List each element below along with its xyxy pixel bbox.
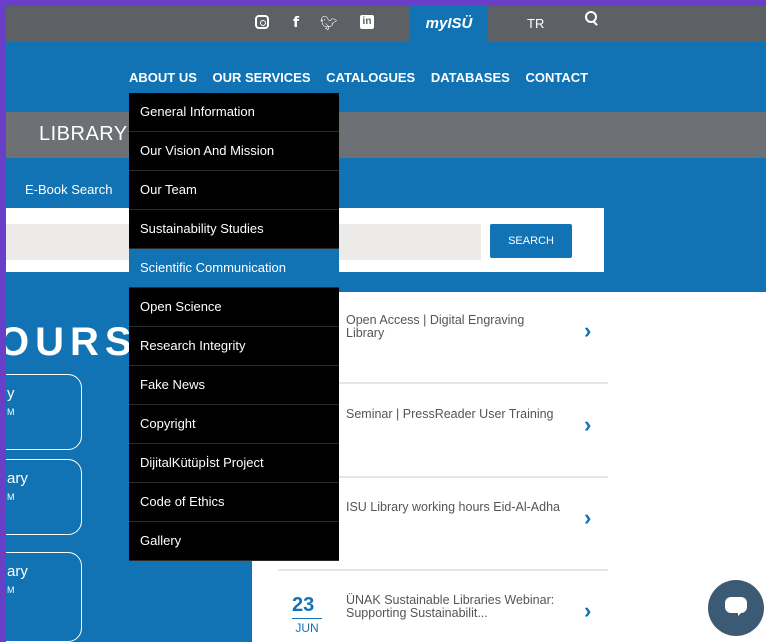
menu-item-dijitalkutupist[interactable]: DijitalKütüpİst Project xyxy=(129,444,339,483)
menu-item-sustainability[interactable]: Sustainability Studies xyxy=(129,210,339,249)
search-button[interactable]: SEARCH xyxy=(490,224,572,258)
top-bar: f 🐦︎ in myISÜ TR xyxy=(6,6,766,42)
chevron-right-icon[interactable]: › xyxy=(584,598,591,624)
hours-card[interactable]: ary M xyxy=(6,552,82,642)
chat-icon[interactable] xyxy=(708,580,764,636)
chevron-right-icon[interactable]: › xyxy=(584,412,591,438)
menu-item-copyright[interactable]: Copyright xyxy=(129,405,339,444)
browser-viewport: f 🐦︎ in myISÜ TR ABOUT US OUR SERVICES C… xyxy=(6,6,766,642)
twitter-icon[interactable]: 🐦︎ xyxy=(320,15,338,31)
hours-card-sub: M xyxy=(7,407,15,417)
facebook-icon[interactable]: f xyxy=(288,15,304,31)
instagram-icon[interactable] xyxy=(255,15,269,29)
hours-card-title: ary xyxy=(7,563,28,580)
hours-card-title: y xyxy=(7,385,15,402)
nav-catalogues[interactable]: CATALOGUES xyxy=(326,70,415,85)
linkedin-icon[interactable]: in xyxy=(360,15,374,29)
menu-item-vision-mission[interactable]: Our Vision And Mission xyxy=(129,132,339,171)
news-month: JUN xyxy=(292,618,322,635)
news-day: 23 xyxy=(292,594,315,616)
chevron-right-icon[interactable]: › xyxy=(584,505,591,531)
page-title: LIBRARY xyxy=(39,123,128,145)
language-switch[interactable]: TR xyxy=(527,16,544,31)
nav-our-services[interactable]: OUR SERVICES xyxy=(213,70,311,85)
menu-item-general-information[interactable]: General Information xyxy=(129,93,339,132)
menu-item-our-team[interactable]: Our Team xyxy=(129,171,339,210)
hours-card[interactable]: ary M xyxy=(6,459,82,535)
menu-item-gallery[interactable]: Gallery xyxy=(129,522,339,561)
news-title: Open Access | Digital Engraving Library xyxy=(346,313,525,340)
hours-card[interactable]: y M xyxy=(6,374,82,450)
news-title: ÜNAK Sustainable Libraries Webinar: Supp… xyxy=(346,593,555,620)
hours-card-sub: M xyxy=(7,492,15,502)
nav-contact[interactable]: CONTACT xyxy=(525,70,588,85)
nav-about-us[interactable]: ABOUT US xyxy=(129,70,197,85)
news-title: ISU Library working hours Eid-Al-Adha xyxy=(346,500,560,514)
nav-databases[interactable]: DATABASES xyxy=(431,70,510,85)
hours-card-sub: M xyxy=(7,585,15,595)
about-us-dropdown: General Information Our Vision And Missi… xyxy=(129,93,339,561)
news-title: Seminar | PressReader User Training xyxy=(346,407,554,421)
chevron-right-icon[interactable]: › xyxy=(584,318,591,344)
main-nav: ABOUT US OUR SERVICES CATALOGUES DATABAS… xyxy=(129,70,600,85)
hours-heading: OURS xyxy=(6,320,138,364)
tab-ebook-search[interactable]: E-Book Search xyxy=(25,182,112,197)
news-item[interactable]: 23 JUN ÜNAK Sustainable Libraries Webina… xyxy=(278,572,608,642)
menu-item-open-science[interactable]: Open Science xyxy=(129,288,339,327)
hours-card-title: ary xyxy=(7,470,28,487)
menu-item-code-of-ethics[interactable]: Code of Ethics xyxy=(129,483,339,522)
menu-item-fake-news[interactable]: Fake News xyxy=(129,366,339,405)
page-title-band: LIBRARY xyxy=(6,112,766,158)
myisu-button[interactable]: myISÜ xyxy=(410,6,488,42)
search-icon[interactable] xyxy=(584,10,600,26)
menu-item-research-integrity[interactable]: Research Integrity xyxy=(129,327,339,366)
menu-item-scientific-communication[interactable]: Scientific Communication xyxy=(129,249,339,288)
